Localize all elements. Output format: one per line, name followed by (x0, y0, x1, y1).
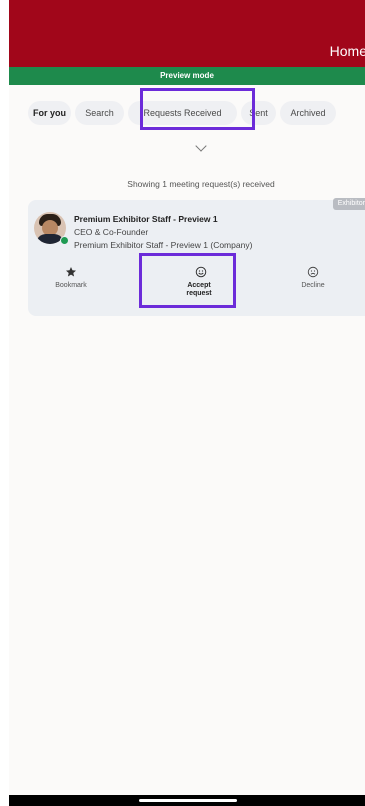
bookmark-button[interactable]: Bookmark (50, 266, 92, 290)
contact-role: CEO & Co-Founder (74, 227, 149, 237)
tab-archived[interactable]: Archived (280, 101, 336, 125)
tab-search[interactable]: Search (75, 101, 124, 125)
bookmark-label: Bookmark (55, 282, 87, 289)
app-header: Home (9, 0, 365, 67)
header-title: Home (329, 43, 365, 59)
tab-for-you[interactable]: For you (28, 101, 71, 125)
results-count: Showing 1 meeting request(s) received (127, 179, 275, 189)
star-icon (66, 267, 76, 277)
exhibitor-badge: Exhibitor (332, 198, 365, 210)
online-status-icon (60, 236, 69, 245)
chevron-down-icon[interactable] (195, 140, 207, 152)
decline-label: Decline (301, 282, 325, 289)
home-indicator[interactable] (139, 799, 237, 802)
accept-request-highlight (139, 253, 236, 308)
preview-mode-banner: Preview mode (9, 67, 365, 85)
contact-name[interactable]: Premium Exhibitor Staff - Preview 1 (74, 214, 218, 224)
decline-button[interactable]: Decline (292, 266, 334, 290)
contact-company: Premium Exhibitor Staff - Preview 1 (Com… (74, 240, 253, 250)
frown-icon (307, 266, 319, 278)
requests-tab-highlight (140, 88, 255, 130)
